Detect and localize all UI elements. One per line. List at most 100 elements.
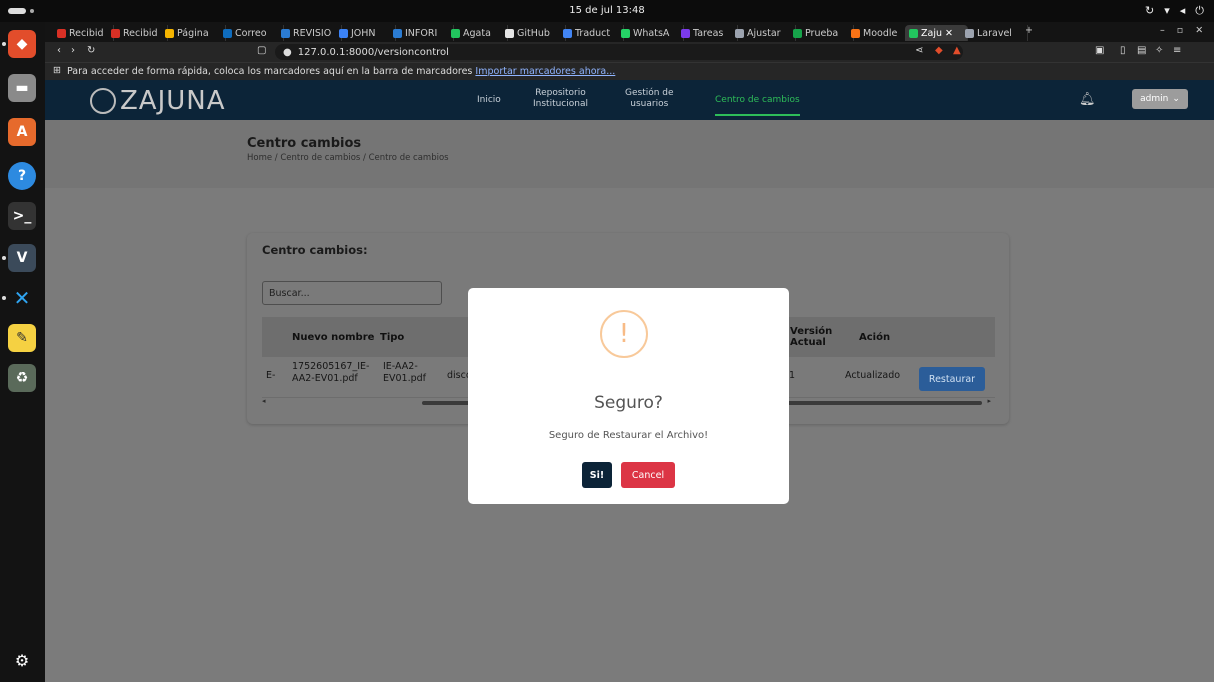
cancel-button[interactable]: Cancel xyxy=(621,462,675,488)
files-icon[interactable]: ▬ xyxy=(8,74,36,102)
tab-favicon-icon xyxy=(621,28,630,38)
tab-item[interactable]: Correo xyxy=(219,25,284,41)
tab-favicon-icon xyxy=(393,28,402,38)
tab-item[interactable]: Recibid xyxy=(53,25,114,41)
volume-icon[interactable]: ◂ xyxy=(1180,4,1186,18)
terminal-icon[interactable]: >_ xyxy=(8,202,36,230)
tab-item[interactable]: Página xyxy=(161,25,226,41)
tab-item[interactable]: WhatsA xyxy=(617,25,684,41)
tab-item[interactable]: Laravel xyxy=(961,25,1028,41)
power-icon[interactable]: ⏻ xyxy=(1195,4,1204,18)
brave-shields-icon[interactable]: ◆ xyxy=(935,45,943,56)
brave-rewards-icon[interactable]: ▲ xyxy=(953,45,961,56)
tab-item[interactable]: GitHub xyxy=(501,25,566,41)
tab-favicon-icon xyxy=(909,28,918,38)
tab-item[interactable]: JOHN xyxy=(335,25,396,41)
leo-icon[interactable]: ✧ xyxy=(1155,45,1163,56)
tab-item[interactable]: Traduct xyxy=(559,25,624,41)
reload-icon[interactable]: ↻ xyxy=(87,45,95,56)
nav-inicio[interactable]: Inicio xyxy=(477,95,501,106)
dialog-title: Seguro? xyxy=(594,393,663,413)
tab-label: Recibid xyxy=(69,27,104,39)
text-editor-icon[interactable]: ✎ xyxy=(8,324,36,352)
close-window-icon[interactable]: ✕ xyxy=(1195,25,1203,36)
web-page: ZAJUNA Inicio Repositorio Institucional … xyxy=(45,80,1214,682)
dialog-message: Seguro de Restaurar el Archivo! xyxy=(548,430,709,441)
url-field[interactable]: ● 127.0.0.1:8000/versioncontrol xyxy=(275,44,963,60)
tab-favicon-icon xyxy=(965,28,974,38)
scroll-right-icon[interactable]: ▸ xyxy=(987,397,991,405)
nav-centro-cambios[interactable]: Centro de cambios xyxy=(715,95,800,116)
warning-icon: ! xyxy=(600,310,648,358)
th-nuevo-nombre[interactable]: Nuevo nombre xyxy=(292,317,374,357)
tab-item[interactable]: Prueba xyxy=(789,25,854,41)
import-bookmarks-link[interactable]: Importar marcadores ahora... xyxy=(475,66,615,77)
page-title: Centro cambios xyxy=(247,136,362,151)
tab-item[interactable]: Moodle xyxy=(847,25,912,41)
nav-gestion-line2: usuarios xyxy=(630,99,669,109)
zajuna-logo[interactable]: ZAJUNA xyxy=(90,86,226,116)
minimize-icon[interactable]: – xyxy=(1160,25,1165,36)
tab-item[interactable]: INFORI xyxy=(389,25,454,41)
scroll-left-icon[interactable]: ◂ xyxy=(262,397,266,405)
forward-icon[interactable]: › xyxy=(71,45,75,56)
system-tray[interactable]: ↻ ▾ ◂ ⏻ xyxy=(1145,4,1204,18)
vscode-icon[interactable]: ✕ xyxy=(8,284,36,312)
page-header: Centro cambios Home / Centro de cambios … xyxy=(45,120,1214,188)
tab-item[interactable]: Ajustar xyxy=(731,25,796,41)
back-icon[interactable]: ‹ xyxy=(57,45,61,56)
confirm-button[interactable]: Si! xyxy=(582,462,612,488)
running-indicator xyxy=(2,256,6,260)
wifi-icon[interactable]: ▾ xyxy=(1164,4,1170,18)
nav-gestion-usuarios[interactable]: Gestión de usuarios xyxy=(625,88,674,110)
user-menu[interactable]: admin ⌄ xyxy=(1132,89,1188,109)
tab-bar: Recibid Recibid Página Correo REVISIO JO… xyxy=(45,22,1214,42)
tab-item-active[interactable]: Zaju ✕ xyxy=(905,25,968,41)
help-icon[interactable]: ? xyxy=(8,162,36,190)
workspace-indicator[interactable] xyxy=(8,8,26,14)
tab-item[interactable]: Agata xyxy=(447,25,508,41)
new-tab-icon[interactable]: + xyxy=(1025,25,1033,36)
refresh-icon[interactable]: ↻ xyxy=(1145,4,1154,18)
wallet-icon[interactable]: ▤ xyxy=(1137,45,1146,56)
cell-nuevo-nombre: 1752605167_IE- AA2-EV01.pdf xyxy=(292,361,369,385)
vm-app-icon[interactable]: V xyxy=(8,244,36,272)
maximize-icon[interactable]: ▫ xyxy=(1177,25,1183,36)
tab-label: Correo xyxy=(235,27,267,39)
tab-item[interactable]: Recibid xyxy=(107,25,168,41)
notifications-bell-icon[interactable]: 🔔︎ xyxy=(1079,92,1096,107)
dock: ◆ ▬ A ? >_ V ✕ ✎ ♻ ⚙ xyxy=(0,22,45,682)
workspace-dot xyxy=(30,9,34,13)
extension-icon[interactable]: ▣ xyxy=(1095,45,1104,56)
th-accion[interactable]: Ación xyxy=(859,317,890,357)
th-tipo[interactable]: Tipo xyxy=(380,317,404,357)
nav-repositorio[interactable]: Repositorio Institucional xyxy=(533,88,588,110)
tab-close-icon[interactable]: ✕ xyxy=(945,28,953,39)
search-input[interactable] xyxy=(262,281,442,305)
tab-label: Ajustar xyxy=(747,27,781,39)
tab-item[interactable]: REVISIO xyxy=(277,25,342,41)
system-top-bar: 15 de jul 13:48 ↻ ▾ ◂ ⏻ xyxy=(0,0,1214,22)
logo-text: ZAJUNA xyxy=(120,86,226,116)
th-version-line2: Actual xyxy=(790,337,826,348)
tab-label: Laravel xyxy=(977,27,1012,39)
tab-item[interactable]: Tareas xyxy=(677,25,738,41)
site-info-icon[interactable]: ● xyxy=(283,47,292,58)
menu-icon[interactable]: ≡ xyxy=(1173,45,1181,56)
tab-label: Página xyxy=(177,27,209,39)
show-apps-icon[interactable]: ⚙ xyxy=(8,646,36,674)
restore-button[interactable]: Restaurar xyxy=(919,367,985,391)
software-center-icon[interactable]: A xyxy=(8,118,36,146)
share-icon[interactable]: ⋖ xyxy=(915,45,923,56)
app-navbar: ZAJUNA Inicio Repositorio Institucional … xyxy=(45,80,1214,120)
bookmark-icon[interactable]: ▢ xyxy=(257,45,266,56)
sidebar-icon[interactable]: ▯ xyxy=(1120,45,1126,56)
system-clock[interactable]: 15 de jul 13:48 xyxy=(569,5,644,16)
brave-browser-icon[interactable]: ◆ xyxy=(8,30,36,58)
confirm-dialog: ! Seguro? Seguro de Restaurar el Archivo… xyxy=(468,288,789,504)
tab-label: Traduct xyxy=(575,27,611,39)
breadcrumb[interactable]: Home / Centro de cambios / Centro de cam… xyxy=(247,153,449,163)
th-version-actual[interactable]: Versión Actual xyxy=(790,317,832,357)
apps-grid-icon[interactable]: ⊞ xyxy=(53,65,61,76)
trash-icon[interactable]: ♻ xyxy=(8,364,36,392)
